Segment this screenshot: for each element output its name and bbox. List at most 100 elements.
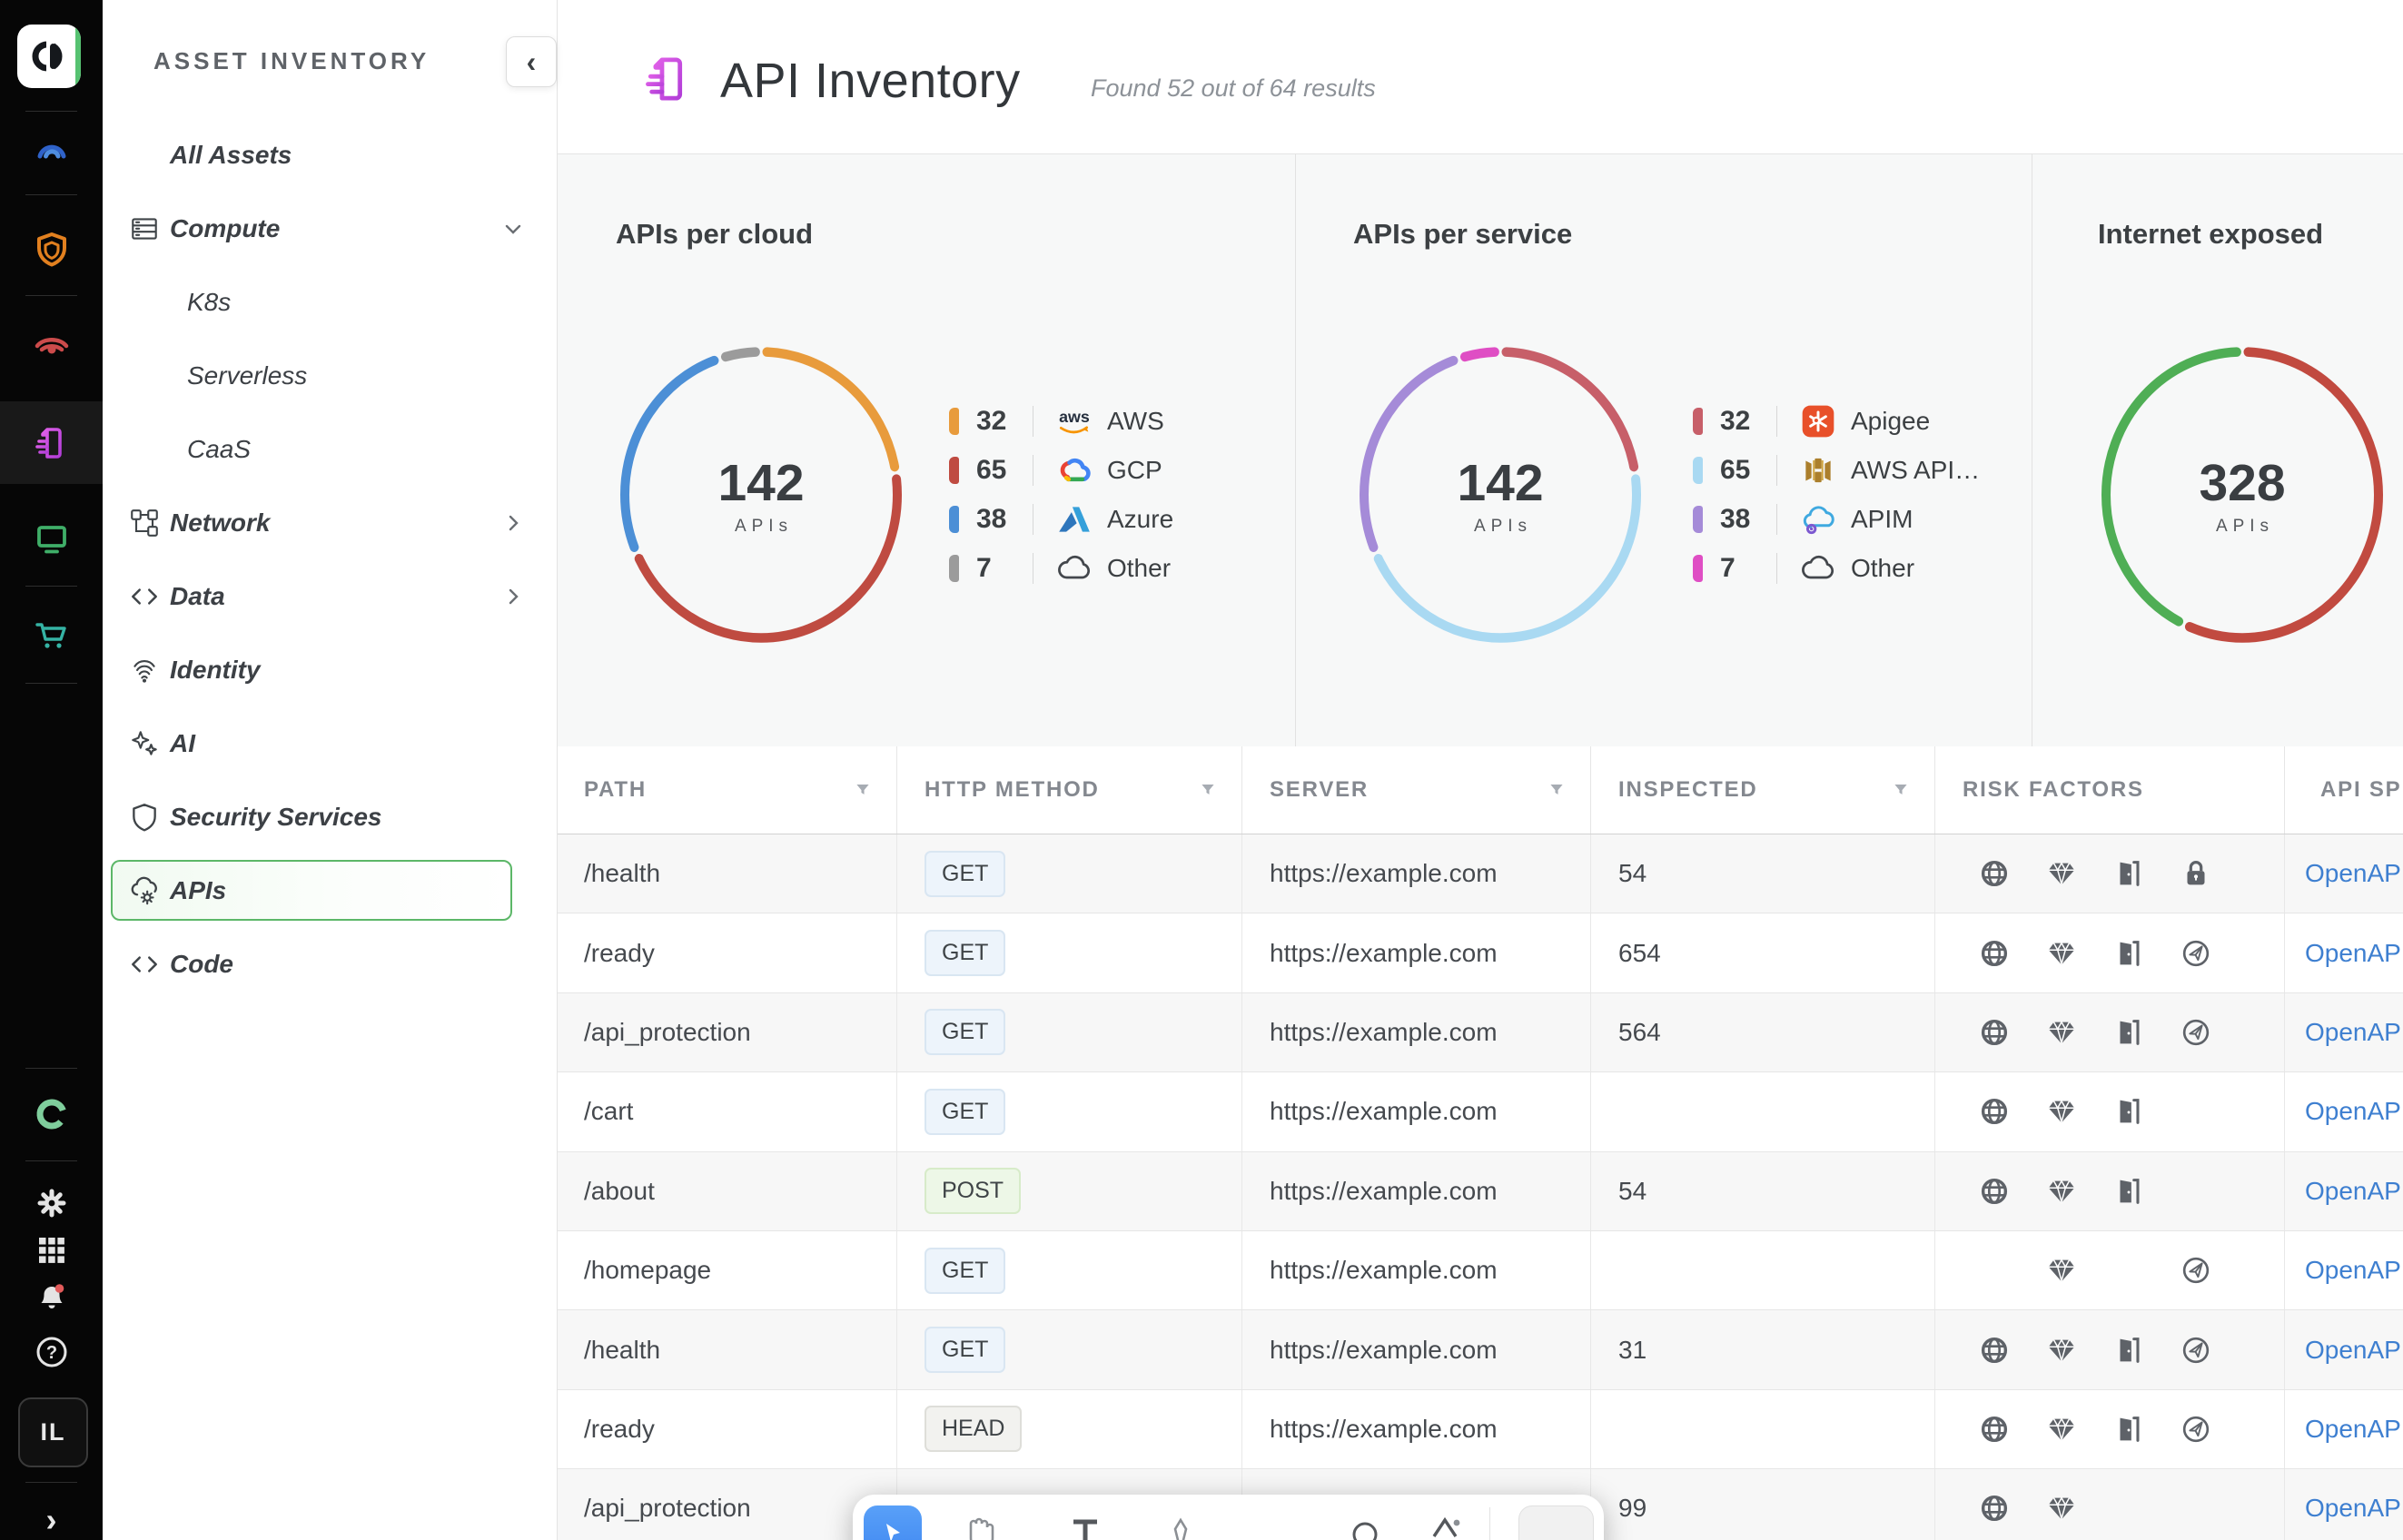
sidebar-item-network[interactable]: Network: [103, 486, 557, 559]
charts-strip: APIs per cloud APIs per service Internet…: [557, 153, 2403, 748]
legend-item: 32awsAWS: [949, 397, 1276, 446]
sidebar-item-apis[interactable]: APIs: [103, 854, 557, 927]
rail-item-help[interactable]: ?: [0, 1332, 103, 1372]
rail-item-endpoints[interactable]: [0, 519, 103, 559]
cell-method: POST: [897, 1152, 1242, 1230]
rail-divider: [25, 683, 77, 684]
toolbar-primary-button[interactable]: [864, 1505, 922, 1540]
filter-icon[interactable]: [1891, 780, 1911, 800]
cell-api-spec: OpenAPI: [2285, 1152, 2403, 1230]
sidebar-item-data[interactable]: Data: [103, 559, 557, 633]
rail-expand-button[interactable]: ›: [0, 1500, 103, 1540]
cell-api-spec: OpenAPI: [2285, 834, 2403, 913]
empty-slot: [2111, 1490, 2179, 1526]
pen-tool-icon[interactable]: [1162, 1515, 1199, 1540]
avatar[interactable]: IL: [18, 1397, 88, 1467]
cell-path: /about: [557, 1152, 897, 1230]
sidebar-nav: All Assets Compute K8s Serverless: [103, 118, 557, 1001]
page-title: API Inventory: [720, 53, 1021, 109]
filter-icon[interactable]: [853, 780, 873, 800]
table-row[interactable]: /api_protectionGEThttps://example.com564…: [557, 993, 2403, 1072]
diamond-icon: [2044, 1332, 2111, 1368]
svg-text:?: ?: [45, 1343, 56, 1363]
method-badge: GET: [925, 1248, 1005, 1294]
rail-item-notifications[interactable]: [0, 1278, 103, 1318]
api-spec-link[interactable]: OpenAPI: [2305, 1097, 2403, 1126]
hand-tool-icon[interactable]: [962, 1515, 998, 1540]
legend-item: 7Other: [1693, 544, 2020, 593]
app-logo[interactable]: [17, 25, 81, 88]
filter-icon[interactable]: [1547, 780, 1567, 800]
rail-item-dashboard[interactable]: [0, 130, 103, 170]
table-row[interactable]: /healthGEThttps://example.com31OpenAPI: [557, 1310, 2403, 1389]
column-header: INSPECTED: [1591, 746, 1935, 834]
rail-item-api-inventory[interactable]: [0, 423, 103, 463]
cloud-icon: [1055, 549, 1093, 587]
avatar-initials: IL: [41, 1418, 66, 1446]
sidebar-item-all-assets[interactable]: All Assets: [103, 118, 557, 192]
legend-label: AWS: [1107, 407, 1164, 436]
sidebar-item-k8s[interactable]: K8s: [103, 265, 557, 339]
shape-tool-icon[interactable]: [1347, 1515, 1383, 1540]
cell-server: https://example.com: [1242, 993, 1591, 1071]
table-row[interactable]: /readyGEThttps://example.com654OpenAPI: [557, 913, 2403, 992]
globe-icon: [1977, 1173, 2044, 1209]
table-row[interactable]: /cartGEThttps://example.comOpenAPI: [557, 1072, 2403, 1151]
sidebar-item-caas[interactable]: CaaS: [103, 412, 557, 486]
aws-icon: aws: [1055, 402, 1093, 440]
legend-divider: [1776, 406, 1777, 437]
rail-item-threats[interactable]: [0, 325, 103, 365]
sidebar-item-ai[interactable]: AI: [103, 706, 557, 780]
sidebar-item-security-services[interactable]: Security Services: [103, 780, 557, 854]
rail-item-marketplace[interactable]: [0, 616, 103, 656]
cell-api-spec: OpenAPI: [2285, 1469, 2403, 1540]
cloud-gear-icon: [128, 874, 161, 907]
legend-marker: [1693, 555, 1703, 582]
door-icon: [2111, 1173, 2179, 1209]
cell-server: https://example.com: [1242, 1310, 1591, 1388]
monitor-icon: [32, 519, 72, 559]
legend-marker: [1693, 408, 1703, 435]
highlighter-tool-icon[interactable]: [1427, 1515, 1463, 1540]
legend-value: 7: [976, 553, 1033, 584]
cell-api-spec: OpenAPI: [2285, 913, 2403, 992]
toolbar-secondary-button[interactable]: [1518, 1505, 1594, 1540]
api-spec-link[interactable]: OpenAPI: [2305, 1494, 2403, 1523]
api-spec-link[interactable]: OpenAPI: [2305, 1415, 2403, 1444]
cell-method: GET: [897, 993, 1242, 1071]
cell-server: https://example.com: [1242, 1072, 1591, 1150]
sidebar-collapse-button[interactable]: ‹: [506, 36, 557, 87]
legend-value: 65: [976, 455, 1033, 486]
api-spec-link[interactable]: OpenAPI: [2305, 939, 2403, 968]
rail-item-apps[interactable]: [0, 1230, 103, 1270]
legend-marker: [949, 555, 959, 582]
method-badge: POST: [925, 1168, 1021, 1214]
grid-icon: [34, 1232, 70, 1269]
legend-label: Other: [1107, 554, 1171, 583]
api-spec-link[interactable]: OpenAPI: [2305, 1256, 2403, 1285]
text-tool-icon[interactable]: [1067, 1515, 1103, 1540]
column-label: RISK FACTORS: [1963, 777, 2144, 803]
api-spec-link[interactable]: OpenAPI: [2305, 1177, 2403, 1206]
api-spec-link[interactable]: OpenAPI: [2305, 1336, 2403, 1365]
sidebar-item-code[interactable]: Code: [103, 927, 557, 1001]
rail-divider: [25, 1160, 77, 1161]
sidebar-item-serverless[interactable]: Serverless: [103, 339, 557, 412]
send-icon: [2179, 1411, 2246, 1447]
table-row[interactable]: /aboutPOSThttps://example.com54OpenAPI: [557, 1152, 2403, 1231]
legend-apis-per-cloud: 32awsAWS65GCP38Azure7Other: [949, 397, 1276, 593]
sidebar-item-compute[interactable]: Compute: [103, 192, 557, 265]
rail-item-settings[interactable]: [0, 1183, 103, 1223]
table-row[interactable]: /healthGEThttps://example.com54OpenAPI: [557, 834, 2403, 913]
table-row[interactable]: /readyHEADhttps://example.comOpenAPI: [557, 1390, 2403, 1469]
rail-item-sync[interactable]: [0, 1094, 103, 1134]
cart-icon: [32, 616, 72, 656]
sidebar-item-identity[interactable]: Identity: [103, 633, 557, 706]
rail-item-security[interactable]: [0, 230, 103, 270]
api-spec-link[interactable]: OpenAPI: [2305, 859, 2403, 888]
filter-icon[interactable]: [1198, 780, 1218, 800]
table-row[interactable]: /homepageGEThttps://example.comOpenAPI: [557, 1231, 2403, 1310]
cell-path: /health: [557, 1310, 897, 1388]
api-spec-link[interactable]: OpenAPI: [2305, 1018, 2403, 1047]
chart-title-services: APIs per service: [1353, 218, 1572, 251]
